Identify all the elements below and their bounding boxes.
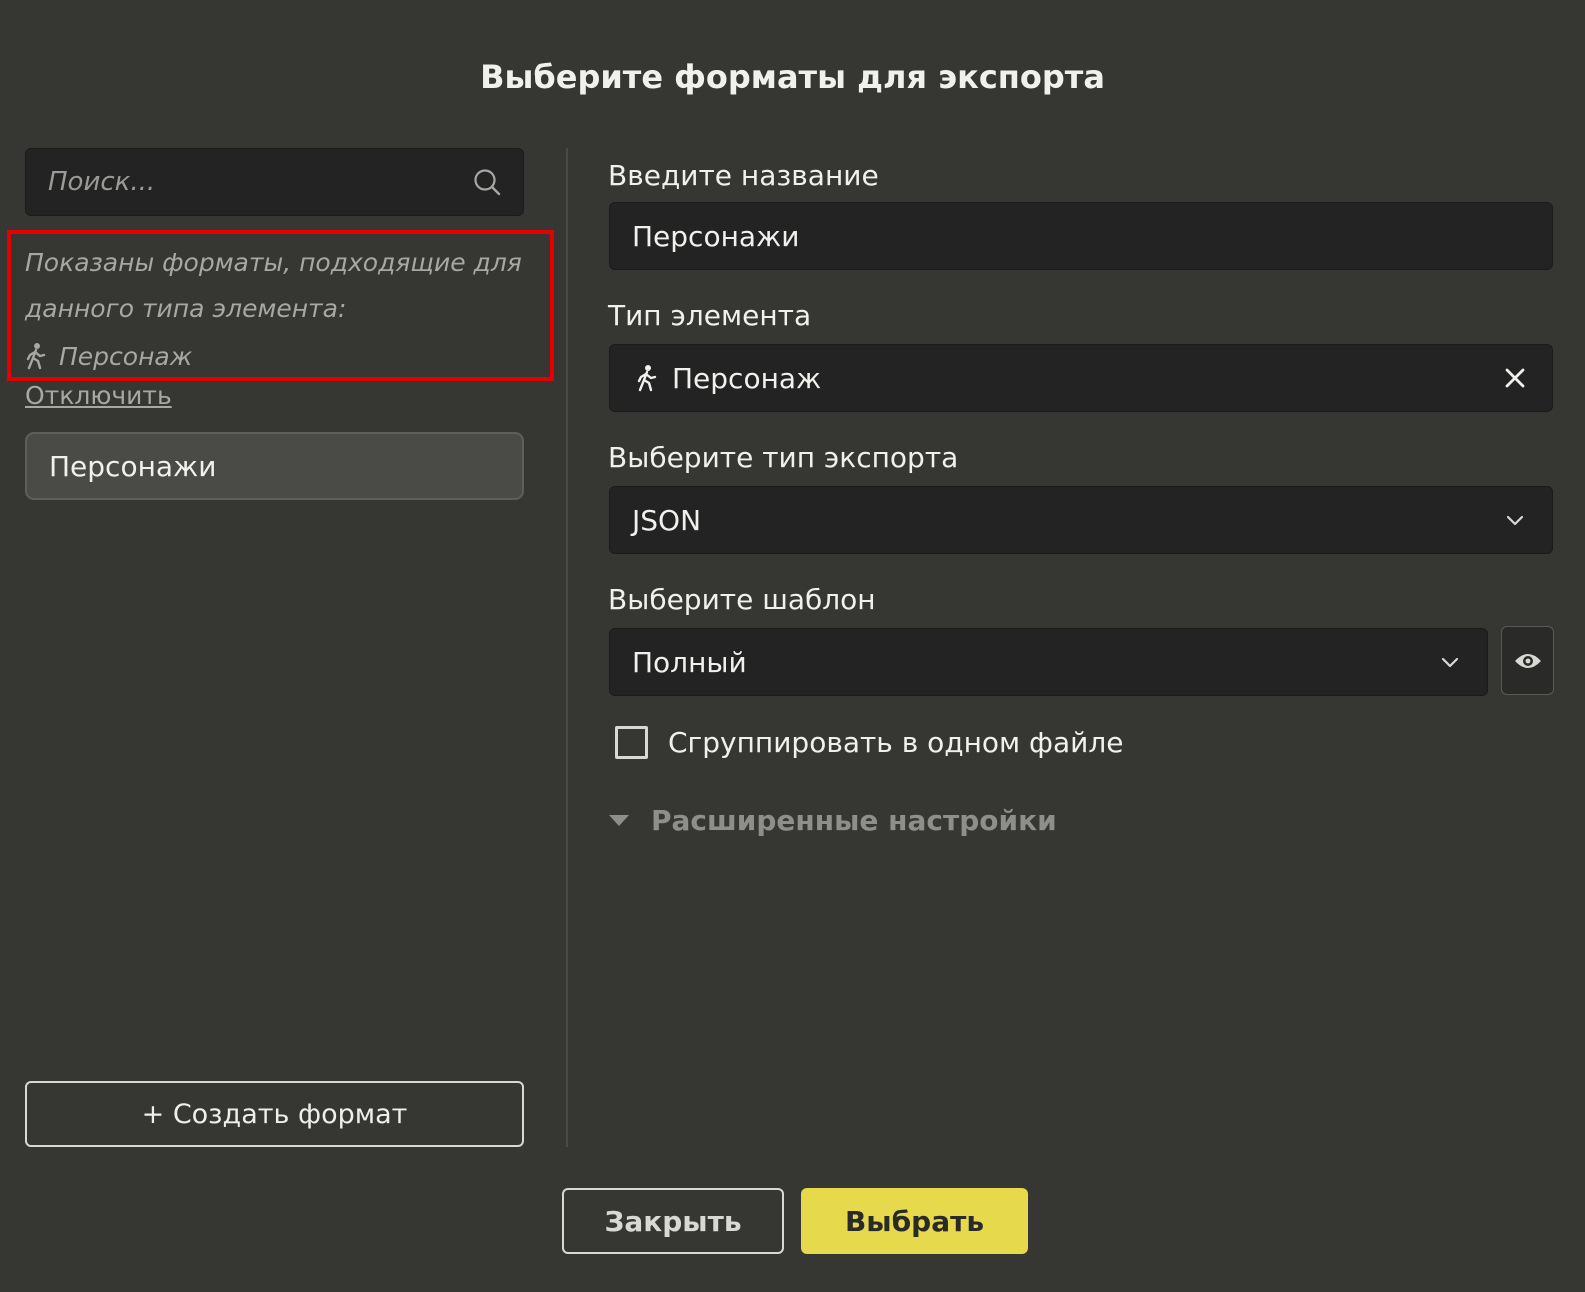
search-icon[interactable] xyxy=(473,168,501,196)
format-list-item[interactable]: Персонажи xyxy=(25,432,524,500)
search-box[interactable] xyxy=(25,148,524,216)
group-in-one-file-checkbox[interactable] xyxy=(615,725,648,759)
name-input-value: Персонажи xyxy=(632,219,800,253)
filter-type-label: Персонаж xyxy=(59,341,193,371)
disable-filter-link[interactable]: Отключить xyxy=(25,379,172,413)
select-button[interactable]: Выбрать xyxy=(801,1188,1028,1254)
create-format-button[interactable]: + Создать формат xyxy=(25,1081,524,1147)
template-select[interactable]: Полный xyxy=(609,628,1488,696)
eye-icon xyxy=(1514,653,1541,668)
name-input[interactable]: Персонажи xyxy=(609,202,1553,270)
template-value: Полный xyxy=(632,645,747,679)
caret-down-icon xyxy=(609,815,629,826)
dialog-title: Выберите форматы для экспорта xyxy=(480,58,1105,96)
format-list-item-label: Персонажи xyxy=(49,449,217,483)
filter-notice: Показаны форматы, подходящие для данного… xyxy=(25,248,522,323)
close-button[interactable]: Закрыть xyxy=(562,1188,784,1254)
preview-template-button[interactable] xyxy=(1501,626,1554,695)
filter-type: Персонаж xyxy=(25,333,192,379)
walking-person-icon xyxy=(26,343,46,370)
advanced-settings-label: Расширенные настройки xyxy=(651,803,1057,837)
column-divider xyxy=(566,148,568,1147)
group-in-one-file-row[interactable]: Сгруппировать в одном файле xyxy=(615,722,1123,762)
element-type-label: Тип элемента xyxy=(608,299,812,332)
walking-person-icon xyxy=(637,365,657,392)
name-label: Введите название xyxy=(608,159,879,192)
template-label: Выберите шаблон xyxy=(608,583,876,616)
element-type-field[interactable]: Персонаж xyxy=(609,344,1553,412)
search-input[interactable] xyxy=(26,149,456,215)
export-type-select[interactable]: JSON xyxy=(609,486,1553,554)
chevron-down-icon xyxy=(1506,515,1524,526)
close-icon[interactable] xyxy=(1504,367,1526,389)
chevron-down-icon xyxy=(1441,657,1459,668)
group-in-one-file-label: Сгруппировать в одном файле xyxy=(668,725,1124,759)
advanced-settings-toggle[interactable]: Расширенные настройки xyxy=(609,800,1057,840)
export-type-value: JSON xyxy=(632,503,702,537)
export-type-label: Выберите тип экспорта xyxy=(608,441,959,474)
element-type-value: Персонаж xyxy=(672,361,822,395)
